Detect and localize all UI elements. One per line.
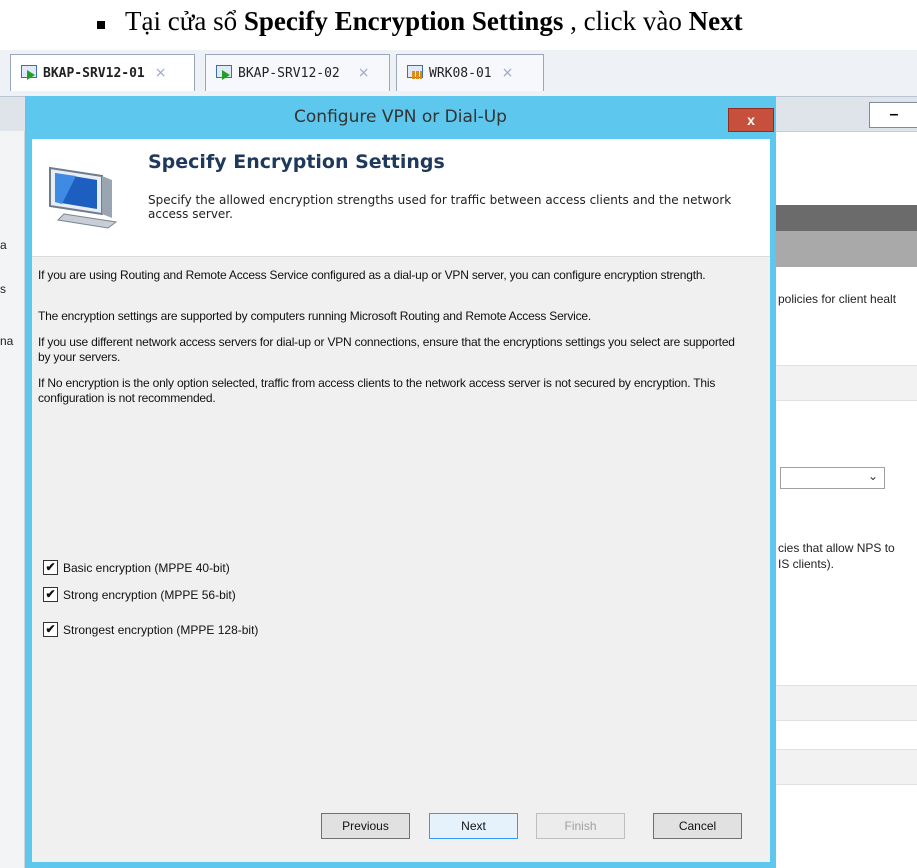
background-text-fragment: na — [0, 334, 14, 348]
instruction-window-name: Specify Encryption Settings — [243, 6, 564, 36]
close-tab-icon[interactable]: × — [155, 65, 167, 81]
configure-vpn-dialog: Configure VPN or Dial-Up x Specify Encry… — [25, 96, 776, 868]
info-paragraph: If you use different network access serv… — [38, 335, 735, 364]
basic-encryption-checkbox[interactable]: ✔ — [43, 560, 58, 575]
wizard-page-title: Specify Encryption Settings — [148, 151, 445, 173]
background-subheader-bar — [776, 231, 917, 267]
background-text-fragment: a — [0, 238, 7, 252]
background-text-fragment: s — [0, 282, 6, 296]
finish-button[interactable]: Finish — [536, 813, 625, 839]
tab-label: BKAP-SRV12-01 — [43, 65, 145, 81]
vm-tab-strip: BKAP-SRV12-01 × BKAP-SRV12-02 × WRK08-01… — [0, 50, 917, 97]
dialog-title: Configure VPN or Dial-Up — [294, 107, 507, 127]
background-text-fragment: IS clients). — [778, 557, 835, 571]
background-text-fragment: policies for client healt — [778, 292, 897, 306]
chevron-down-icon: ⌄ — [867, 469, 878, 483]
instruction-prefix: Tại cửa sổ — [125, 6, 244, 36]
strong-encryption-option[interactable]: ✔ Strong encryption (MPPE 56-bit) — [43, 587, 236, 602]
background-dropdown[interactable]: ⌄ — [780, 467, 885, 489]
vm-paused-icon — [405, 64, 425, 82]
bullet-icon — [97, 21, 105, 29]
basic-encryption-label: Basic encryption (MPPE 40-bit) — [63, 560, 230, 575]
tab-label: WRK08-01 — [429, 65, 492, 81]
vm-running-icon — [19, 64, 39, 82]
previous-button[interactable]: Previous — [321, 813, 410, 839]
dialog-body: Specify Encryption Settings Specify the … — [32, 139, 770, 862]
document-heading: Tại cửa sổ Specify Encryption Settings ,… — [0, 0, 917, 50]
close-tab-icon[interactable]: × — [502, 65, 514, 81]
tab-wrk08-01[interactable]: WRK08-01 × — [396, 54, 544, 91]
strongest-encryption-label: Strongest encryption (MPPE 128-bit) — [63, 622, 259, 637]
instruction-button-name: Next — [688, 6, 743, 36]
tab-bkap-srv12-01[interactable]: BKAP-SRV12-01 × — [10, 54, 195, 91]
strongest-encryption-checkbox[interactable]: ✔ — [43, 622, 58, 637]
background-section-band — [776, 365, 917, 401]
info-paragraph: If you are using Routing and Remote Acce… — [38, 268, 706, 282]
strongest-encryption-option[interactable]: ✔ Strongest encryption (MPPE 128-bit) — [43, 622, 258, 637]
tab-bkap-srv12-02[interactable]: BKAP-SRV12-02 × — [205, 54, 390, 91]
background-section-band — [776, 685, 917, 721]
vm-running-icon — [214, 64, 234, 82]
cancel-button[interactable]: Cancel — [653, 813, 742, 839]
next-button[interactable]: Next — [429, 813, 518, 839]
strong-encryption-label: Strong encryption (MPPE 56-bit) — [63, 587, 236, 602]
info-paragraph: The encryption settings are supported by… — [38, 309, 592, 323]
warning-paragraph: If No encryption is the only option sele… — [38, 376, 716, 405]
instruction-middle: , click vào — [563, 6, 689, 36]
background-header-bar — [776, 205, 917, 231]
strong-encryption-checkbox[interactable]: ✔ — [43, 587, 58, 602]
wizard-page-subtitle: Specify the allowed encryption strengths… — [148, 193, 732, 221]
close-button[interactable]: x — [728, 108, 774, 132]
computer-monitor-icon — [49, 166, 118, 229]
background-section-band — [776, 749, 917, 785]
basic-encryption-option[interactable]: ✔ Basic encryption (MPPE 40-bit) — [43, 560, 230, 575]
minimize-button[interactable]: – — [869, 102, 917, 128]
instruction-text: Tại cửa sổ Specify Encryption Settings ,… — [125, 6, 743, 37]
tab-label: BKAP-SRV12-02 — [238, 65, 340, 81]
wizard-header: Specify Encryption Settings Specify the … — [32, 139, 770, 257]
background-text-fragment: cies that allow NPS to — [778, 541, 895, 555]
close-tab-icon[interactable]: × — [358, 65, 370, 81]
